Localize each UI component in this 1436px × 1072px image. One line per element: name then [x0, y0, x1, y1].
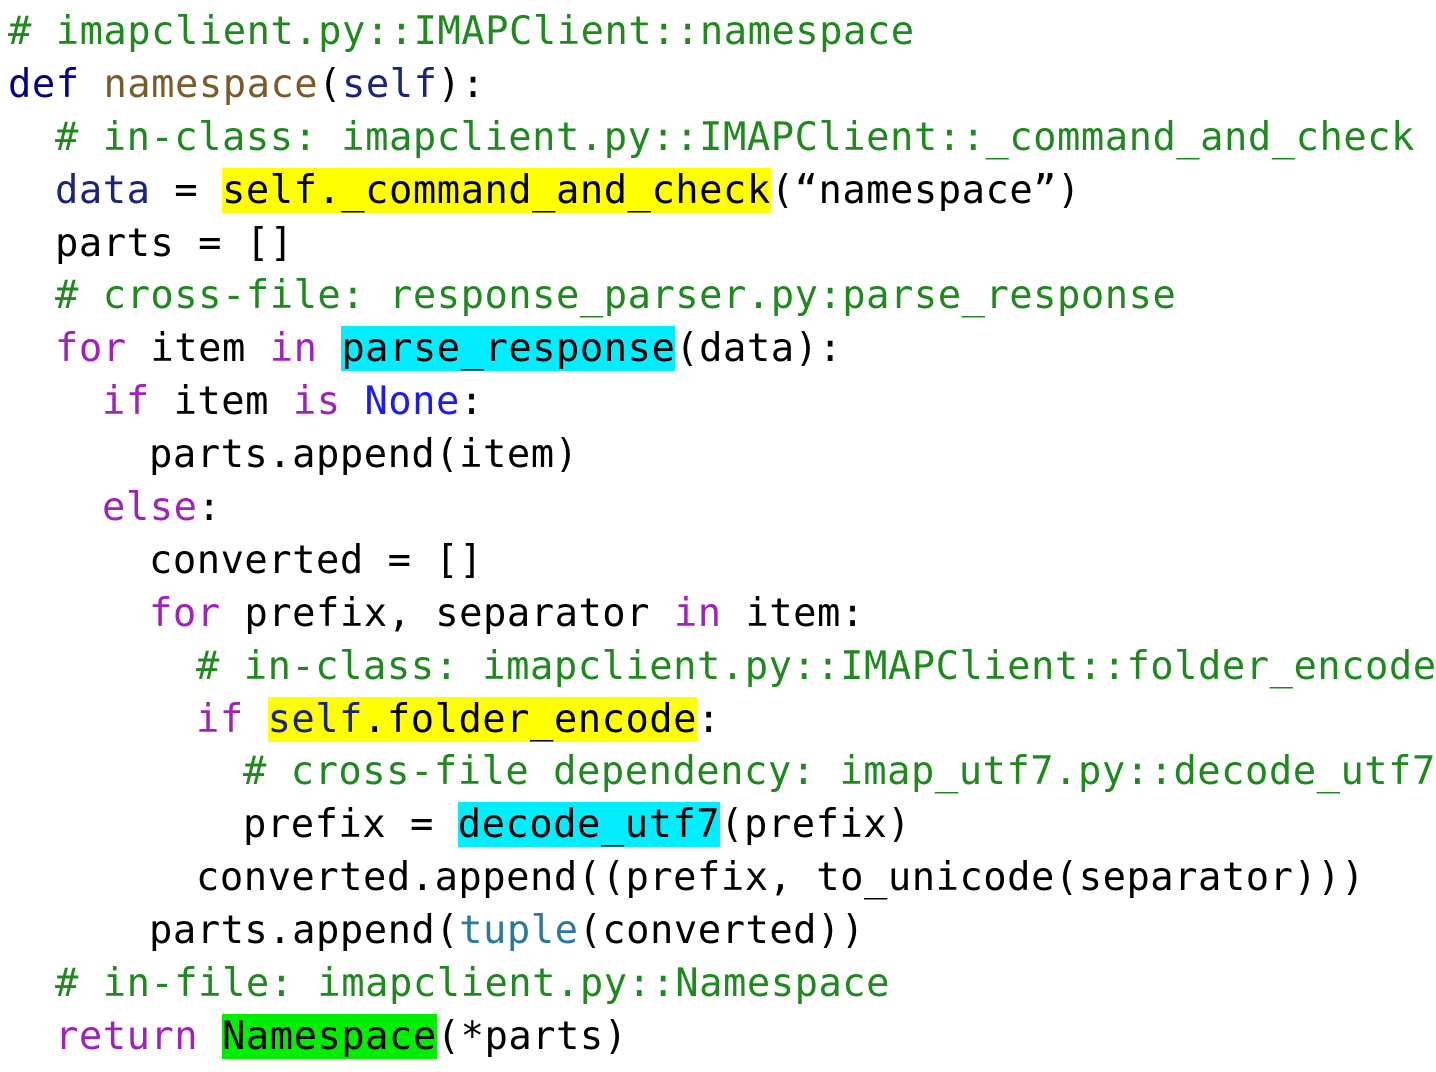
code-token: self [342, 61, 438, 107]
code-line: if self.folder_encode: [8, 694, 1436, 747]
code-line: return Namespace(*parts) [8, 1011, 1436, 1064]
code-line: converted.append((prefix, to_unicode(sep… [8, 852, 1436, 905]
highlighted-token: self [267, 696, 364, 742]
code-comment: # in-class: imapclient.py::IMAPClient::_… [55, 114, 1415, 160]
code-line: # in-file: imapclient.py::Namespace [8, 958, 1436, 1011]
code-line: parts.append(item) [8, 429, 1436, 482]
code-line: for item in parse_response(data): [8, 323, 1436, 376]
code-line: # cross-file: response_parser.py:parse_r… [8, 270, 1436, 323]
code-token: item [149, 379, 293, 425]
code-comment: # cross-file dependency: imap_utf7.py::d… [243, 749, 1436, 795]
code-token: item [126, 326, 270, 372]
code-comment: # in-class: imapclient.py::IMAPClient::f… [196, 643, 1436, 689]
code-token: = [150, 167, 223, 213]
code-token: is [292, 379, 341, 425]
code-token: for [55, 326, 127, 372]
code-comment: # imapclient.py::IMAPClient::namespace [8, 9, 915, 54]
code-line: # in-class: imapclient.py::IMAPClient::_… [8, 112, 1436, 165]
code-token: : [459, 379, 484, 425]
code-token: converted = [] [149, 537, 484, 583]
code-line: # imapclient.py::IMAPClient::namespace [8, 6, 1436, 59]
code-line: else: [8, 482, 1436, 535]
code-line: converted = [] [8, 535, 1436, 588]
code-token: if [196, 696, 244, 742]
code-line: def namespace(self): [8, 59, 1436, 112]
code-token: parts = [] [55, 220, 294, 266]
code-line: data = self._command_and_check(“namespac… [8, 165, 1436, 218]
code-token: for [149, 590, 221, 636]
code-token: (converted)) [578, 908, 865, 954]
code-token: tuple [459, 908, 579, 954]
code-token: item: [721, 590, 865, 636]
code-token: converted.append((prefix, to_unicode(sep… [196, 855, 1366, 901]
highlighted-token: Namespace [222, 1013, 437, 1059]
code-token: data [55, 167, 151, 213]
code-listing: # imapclient.py::IMAPClient::namespacede… [8, 6, 1436, 1064]
code-line: if item is None: [8, 376, 1436, 429]
code-token: else [102, 485, 198, 531]
code-token: prefix = [243, 802, 458, 848]
code-token: (prefix) [720, 802, 912, 848]
code-token: def [8, 61, 80, 107]
code-token: in [269, 326, 318, 372]
code-token: namespace [103, 61, 319, 107]
highlighted-token: self._command_and_check [222, 167, 771, 213]
highlighted-token: decode_utf7 [457, 802, 721, 848]
code-token: if [102, 379, 150, 425]
code-token: : [197, 485, 222, 531]
code-token: (data): [675, 326, 843, 372]
code-token: return [55, 1013, 199, 1059]
code-line: prefix = decode_utf7(prefix) [8, 799, 1436, 852]
code-token: : [697, 696, 721, 742]
code-token: prefix, separator [220, 590, 674, 636]
code-line: # cross-file dependency: imap_utf7.py::d… [8, 746, 1436, 799]
code-token: parts.append(item) [149, 432, 579, 478]
code-token: (“namespace”) [770, 167, 1081, 213]
highlighted-token: parse_response [341, 326, 676, 372]
code-line: # in-class: imapclient.py::IMAPClient::f… [8, 641, 1436, 694]
code-line: parts.append(tuple(converted)) [8, 905, 1436, 958]
code-token: (*parts) [436, 1013, 628, 1059]
code-token: in [673, 590, 722, 636]
code-comment: # in-file: imapclient.py::Namespace [55, 961, 891, 1007]
code-token: ( [318, 61, 343, 107]
code-line: parts = [] [8, 218, 1436, 271]
code-line: for prefix, separator in item: [8, 588, 1436, 641]
code-token: parts.append( [149, 908, 460, 954]
highlighted-token: .folder_encode [363, 696, 698, 742]
code-token: None [364, 379, 460, 425]
code-comment: # cross-file: response_parser.py:parse_r… [55, 273, 1177, 319]
code-token: ): [437, 61, 486, 107]
